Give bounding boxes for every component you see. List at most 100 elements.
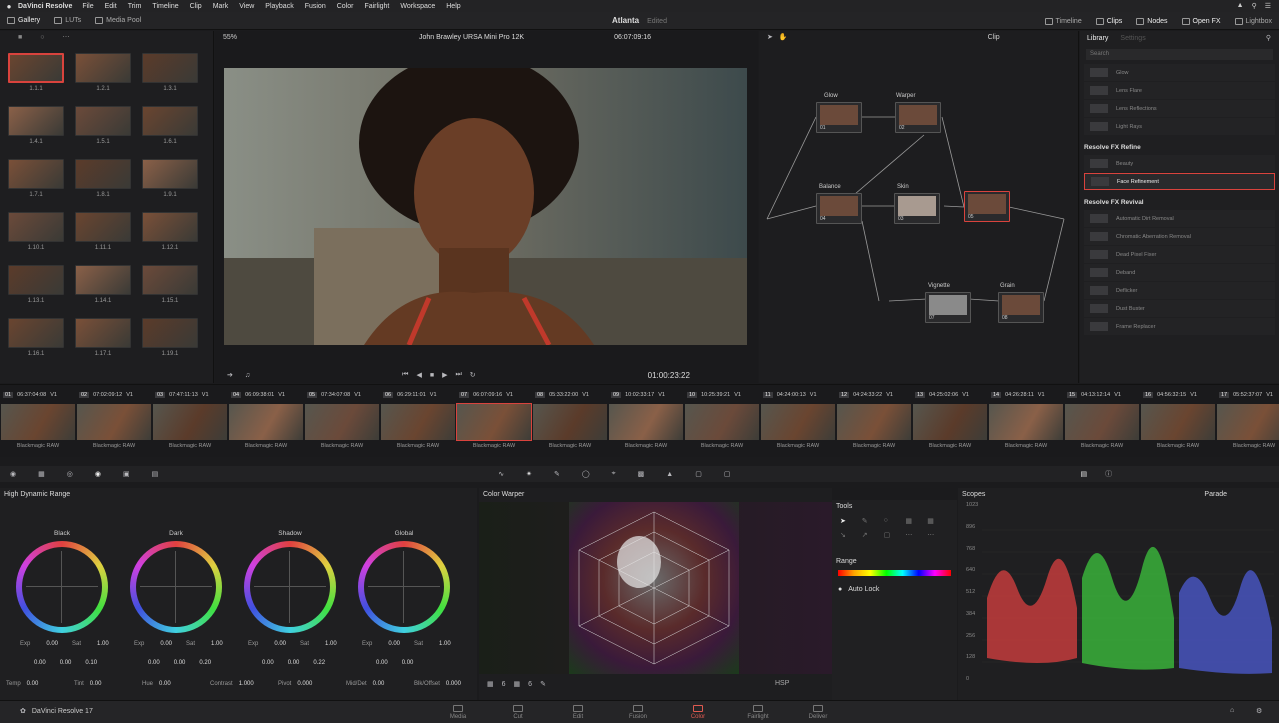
gallery-button[interactable]: Gallery — [0, 12, 47, 29]
fx-item[interactable]: Chromatic Aberration Removal — [1084, 228, 1275, 245]
timeline-clip[interactable]: 09 10:02:33:17 V1 Blackmagic RAW — [608, 385, 684, 458]
gallery-still[interactable]: 1.13.1 — [8, 265, 64, 313]
tool-e-icon[interactable]: ⋯ — [927, 531, 949, 539]
tool-a-icon[interactable]: ↘ — [840, 531, 862, 539]
color-wheel[interactable] — [358, 541, 450, 633]
gallery-still[interactable]: 1.19.1 — [142, 318, 198, 366]
timeline-clip[interactable]: 11 04:24:00:13 V1 Blackmagic RAW — [760, 385, 836, 458]
anchor-tool-icon[interactable]: ○ — [884, 517, 906, 525]
audio-icon[interactable]: ♫ — [245, 372, 250, 379]
menu-workspace[interactable]: Workspace — [400, 3, 435, 10]
warper-grid[interactable] — [569, 502, 739, 674]
timeline-clip[interactable]: 01 06:37:04:08 V1 Blackmagic RAW — [0, 385, 76, 458]
fx-item[interactable]: Lens Flare — [1084, 82, 1275, 99]
sizing-icon[interactable]: ▢ — [724, 470, 731, 478]
loop-icon[interactable]: ↻ — [470, 371, 476, 379]
timeline-clip[interactable]: 04 06:09:38:01 V1 Blackmagic RAW — [228, 385, 304, 458]
wheel-y-value[interactable]: 0.00 — [288, 660, 300, 666]
gallery-still[interactable]: 1.15.1 — [142, 265, 198, 313]
column-tool-icon[interactable]: ▦ — [905, 517, 927, 525]
fx-item[interactable]: Beauty — [1084, 155, 1275, 172]
app-menu[interactable]: DaVinci Resolve — [18, 3, 72, 10]
exp-value[interactable]: 0.00 — [274, 641, 286, 647]
fx-item[interactable]: Face Refinement — [1084, 173, 1275, 190]
color-wheel[interactable] — [244, 541, 336, 633]
color-wheel[interactable] — [130, 541, 222, 633]
library-search-input[interactable]: Search — [1086, 49, 1273, 60]
fx-item[interactable]: Automatic Dirt Removal — [1084, 210, 1275, 227]
timeline-clip[interactable]: 06 06:29:11:01 V1 Blackmagic RAW — [380, 385, 456, 458]
timeline-clip[interactable]: 10 10:25:39:21 V1 Blackmagic RAW — [684, 385, 760, 458]
node-grain[interactable]: 08 — [998, 292, 1044, 323]
timeline-clip[interactable]: 17 05:52:37:07 V1 Blackmagic RAW — [1216, 385, 1279, 458]
scope-type-select[interactable]: Parade — [1204, 491, 1227, 498]
res2-select[interactable]: 6 — [528, 681, 532, 688]
page-media[interactable]: Media — [433, 705, 483, 720]
wheel-x-value[interactable]: 0.00 — [34, 660, 46, 666]
zoom-select[interactable]: 55% — [223, 34, 237, 41]
step-back-icon[interactable]: ◀ — [416, 371, 421, 379]
param-value[interactable]: 1.000 — [239, 681, 254, 687]
sat-value[interactable]: 1.00 — [325, 641, 337, 647]
fx-item[interactable]: Dust Buster — [1084, 300, 1275, 317]
home-icon[interactable]: ⌂ — [1230, 707, 1234, 714]
clip-name[interactable]: John Brawley URSA Mini Pro 12K — [419, 34, 524, 41]
timeline-clip[interactable]: 12 04:24:33:22 V1 Blackmagic RAW — [836, 385, 912, 458]
stills-album-icon[interactable]: ○ — [40, 34, 44, 41]
menu-edit[interactable]: Edit — [105, 3, 117, 10]
qualifier-icon[interactable]: ✎ — [554, 470, 560, 478]
wheel-y-value[interactable]: 0.00 — [60, 660, 72, 666]
curves-icon[interactable]: ∿ — [498, 470, 504, 478]
page-edit[interactable]: Edit — [553, 705, 603, 720]
menu-color[interactable]: Color — [337, 3, 354, 10]
clips-button[interactable]: Clips — [1089, 12, 1130, 30]
pointer-icon[interactable]: ➔ — [227, 371, 233, 379]
play-icon[interactable]: ▶ — [442, 371, 447, 379]
search-icon[interactable]: ⚲ — [1266, 34, 1271, 42]
menu-playback[interactable]: Playback — [265, 3, 293, 10]
gallery-still[interactable]: 1.2.1 — [75, 53, 131, 101]
color-match-icon[interactable]: ▦ — [38, 470, 45, 478]
node-vignette[interactable]: 07 — [925, 292, 971, 323]
gallery-still[interactable]: 1.1.1 — [8, 53, 64, 101]
luts-button[interactable]: LUTs — [47, 12, 88, 29]
gallery-still[interactable]: 1.4.1 — [8, 106, 64, 154]
node-glow[interactable]: 01 — [816, 102, 862, 133]
color-wheel[interactable] — [16, 541, 108, 633]
apple-icon[interactable]: ● — [0, 2, 18, 11]
rgb-mixer-icon[interactable]: ▣ — [123, 470, 130, 478]
open-fx-button[interactable]: Open FX — [1175, 12, 1228, 30]
timeline-clip[interactable]: 08 05:33:22:00 V1 Blackmagic RAW — [532, 385, 608, 458]
res1-select[interactable]: 6 — [502, 681, 506, 688]
node-balance[interactable]: 04 — [816, 193, 862, 224]
hdr-icon[interactable]: ◉ — [95, 470, 101, 478]
param-value[interactable]: 0.00 — [373, 681, 385, 687]
node-warper[interactable]: 02 — [895, 102, 941, 133]
timeline-clip[interactable]: 14 04:26:28:11 V1 Blackmagic RAW — [988, 385, 1064, 458]
sat-value[interactable]: 1.00 — [439, 641, 451, 647]
fx-item[interactable]: Lens Reflections — [1084, 100, 1275, 117]
lightbox-button[interactable]: Lightbox — [1228, 12, 1279, 30]
gallery-still[interactable]: 1.17.1 — [75, 318, 131, 366]
param-value[interactable]: 0.000 — [297, 681, 312, 687]
menu-mark[interactable]: Mark — [213, 3, 229, 10]
gallery-still[interactable]: 1.11.1 — [75, 212, 131, 260]
motion-effects-icon[interactable]: ▤ — [152, 470, 159, 478]
timeline-clip[interactable]: 03 07:47:11:13 V1 Blackmagic RAW — [152, 385, 228, 458]
node-skin[interactable]: 03 — [894, 193, 940, 224]
nodes-button[interactable]: Nodes — [1129, 12, 1174, 30]
wheel-z-value[interactable]: 0.10 — [85, 660, 97, 666]
warper-icon[interactable]: ✴ — [526, 470, 532, 478]
fx-item[interactable]: Deband — [1084, 264, 1275, 281]
magic-mask-icon[interactable]: ▩ — [638, 470, 645, 478]
param-value[interactable]: 0.00 — [159, 681, 171, 687]
wheel-z-value[interactable]: 0.20 — [199, 660, 211, 666]
menu-fairlight[interactable]: Fairlight — [364, 3, 389, 10]
timeline-clip[interactable]: 02 07:02:09:12 V1 Blackmagic RAW — [76, 385, 152, 458]
autolock-dot-icon[interactable]: ● — [838, 586, 842, 593]
eyedropper-icon[interactable]: ✎ — [540, 680, 546, 688]
menu-file[interactable]: File — [82, 3, 93, 10]
gallery-view-icon[interactable]: ■ — [18, 34, 22, 41]
search-icon[interactable]: ⚲ — [1252, 2, 1257, 10]
fx-item[interactable]: Light Rays — [1084, 118, 1275, 135]
